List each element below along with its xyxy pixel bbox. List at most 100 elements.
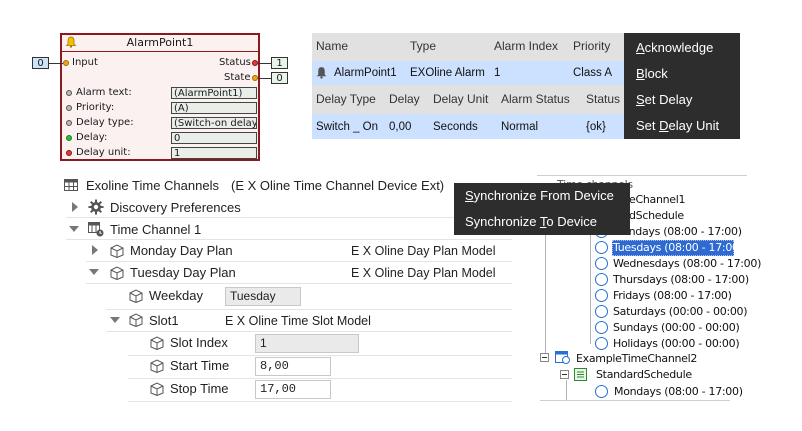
col-header-status[interactable]: Status (586, 92, 620, 106)
cube-icon (150, 382, 164, 396)
col-header-delay[interactable]: Delay (389, 92, 420, 106)
collapse-minus-icon[interactable] (560, 370, 569, 379)
input-connector-dot[interactable] (63, 60, 69, 66)
cube-icon (150, 359, 164, 373)
tree-item-monday-day-plan[interactable]: Monday Day Plan (130, 243, 233, 259)
right-tree-bottom-border (540, 400, 730, 401)
input-wire (49, 63, 63, 64)
expand-monday-icon[interactable] (92, 245, 98, 255)
right-tree-day-item[interactable]: Fridays (08:00 - 17:00) (613, 289, 732, 302)
input-port-value[interactable]: 0 (32, 57, 49, 69)
start-time-field[interactable]: 8,00 (255, 357, 331, 376)
alarm-text-field[interactable]: (AlarmPoint1) (171, 87, 257, 99)
collapse-time-channel-icon[interactable] (69, 226, 79, 232)
start-time-label: Start Time (170, 358, 230, 373)
row2-status: {ok} (586, 121, 606, 133)
right-tree-day-item[interactable]: Saturdays (00:00 - 00:00) (613, 305, 748, 318)
delay-label: Delay: (76, 132, 108, 143)
right-tree-day-item[interactable]: Holidays (00:00 - 00:00) (613, 337, 740, 350)
tree-item-time-channel-1[interactable]: Time Channel 1 (110, 222, 201, 238)
stop-time-field[interactable]: 17,00 (255, 380, 331, 399)
cube-icon (110, 244, 124, 258)
right-tree-day-item-selected[interactable]: Tuesdays (08:00 - 17:00) (612, 240, 743, 256)
schedule-icon (574, 368, 587, 381)
cube-icon (129, 313, 143, 327)
tree-connector-line (566, 380, 567, 400)
menu-item-sync-to-device[interactable]: Synchronize To Device (465, 214, 597, 230)
right-tree-day-item[interactable]: Sundays (00:00 - 00:00) (613, 321, 740, 334)
delay-type-dot (66, 120, 72, 126)
menu-item-block[interactable]: Block (636, 66, 668, 82)
cube-icon (110, 266, 124, 280)
tree-root-label: Exoline Time Channels (86, 178, 219, 193)
tree-item-slot1[interactable]: Slot1 (149, 313, 179, 329)
menu-item-sync-from-device[interactable]: Synchronize From Device (465, 188, 614, 204)
calendar-icon (555, 351, 570, 364)
delay-dot (66, 135, 72, 141)
collapse-slot1-icon[interactable] (110, 317, 120, 323)
priority-field[interactable]: (A) (171, 102, 257, 114)
right-tree-schedule1[interactable]: dSchedule (629, 209, 684, 222)
row-divider (128, 401, 512, 402)
clock-icon (595, 337, 608, 350)
collapse-minus-icon[interactable] (540, 353, 549, 362)
row-divider (106, 309, 512, 310)
row2-delay: 0,00 (389, 121, 412, 133)
row-divider (66, 217, 512, 218)
alarm-row-priority: Class A (573, 67, 612, 79)
right-tree-channel1[interactable]: eChannel1 (629, 193, 686, 206)
cube-icon (150, 336, 164, 350)
clock-icon (595, 321, 608, 334)
col-header-priority[interactable]: Priority (573, 39, 610, 53)
col-header-delay-type[interactable]: Delay Type (316, 92, 376, 106)
alarm-row-index: 1 (494, 67, 501, 79)
delay-unit-field[interactable]: 1 (171, 147, 257, 159)
right-tree-schedule2[interactable]: StandardSchedule (596, 368, 692, 381)
tree-connector-line (590, 226, 591, 344)
row-divider (106, 331, 512, 332)
delay-field[interactable]: 0 (171, 132, 257, 144)
menu-item-set-delay-unit[interactable]: Set Delay Unit (636, 118, 719, 134)
stop-time-label: Stop Time (170, 381, 229, 396)
row-divider (128, 355, 512, 356)
col-header-delay-unit[interactable]: Delay Unit (433, 92, 488, 106)
alarm-text-dot (66, 90, 72, 96)
menu-item-acknowledge[interactable]: Acknowledge (636, 40, 713, 56)
row2-delay-type: Switch _ On (316, 121, 378, 133)
slot-index-field[interactable]: 1 (255, 334, 359, 353)
tree-item-discovery[interactable]: Discovery Preferences (110, 200, 241, 216)
col-header-alarm-index[interactable]: Alarm Index (494, 39, 558, 53)
priority-dot (66, 105, 72, 111)
col-header-type[interactable]: Type (410, 39, 436, 53)
right-tree-channel2[interactable]: ExampleTimeChannel2 (576, 352, 697, 365)
status-label: Status (219, 57, 251, 68)
clock-icon (595, 305, 608, 318)
col-header-name[interactable]: Name (316, 39, 348, 53)
state-port-value[interactable]: 0 (271, 72, 288, 84)
delay-unit-label: Delay unit: (76, 147, 131, 158)
tree-item-tuesday-day-plan[interactable]: Tuesday Day Plan (130, 265, 236, 281)
clock-icon (595, 385, 608, 398)
expand-discovery-icon[interactable] (72, 202, 78, 212)
right-tree-day-item[interactable]: Wednesdays (08:00 - 17:00) (613, 257, 761, 270)
right-tree-day-item[interactable]: Thursdays (08:00 - 17:00) (613, 273, 749, 286)
delay-type-label: Delay type: (76, 117, 134, 128)
right-tree-day-item[interactable]: Mondays (08:00 - 17:00) (614, 385, 743, 398)
alarm-bell-icon (65, 36, 77, 48)
slot-index-label: Slot Index (170, 335, 228, 350)
collapse-tuesday-icon[interactable] (89, 269, 99, 275)
status-port-value[interactable]: 1 (271, 57, 288, 69)
weekday-field[interactable]: Tuesday (225, 287, 301, 306)
col-header-alarm-status[interactable]: Alarm Status (501, 92, 570, 106)
priority-label: Priority: (76, 102, 115, 113)
status-wire (258, 63, 271, 64)
table-icon (64, 179, 78, 191)
menu-item-set-delay[interactable]: Set Delay (636, 92, 692, 108)
right-tree-day-item[interactable]: Mondays (08:00 - 17:00) (613, 225, 742, 238)
alarm-text-label: Alarm text: (76, 87, 132, 98)
monday-model: E X Oline Day Plan Model (351, 244, 496, 258)
weekday-label: Weekday (149, 288, 203, 303)
clock-icon (595, 257, 608, 270)
delay-type-field[interactable]: (Switch-on delay) (171, 117, 257, 129)
tuesday-model: E X Oline Day Plan Model (351, 266, 496, 280)
